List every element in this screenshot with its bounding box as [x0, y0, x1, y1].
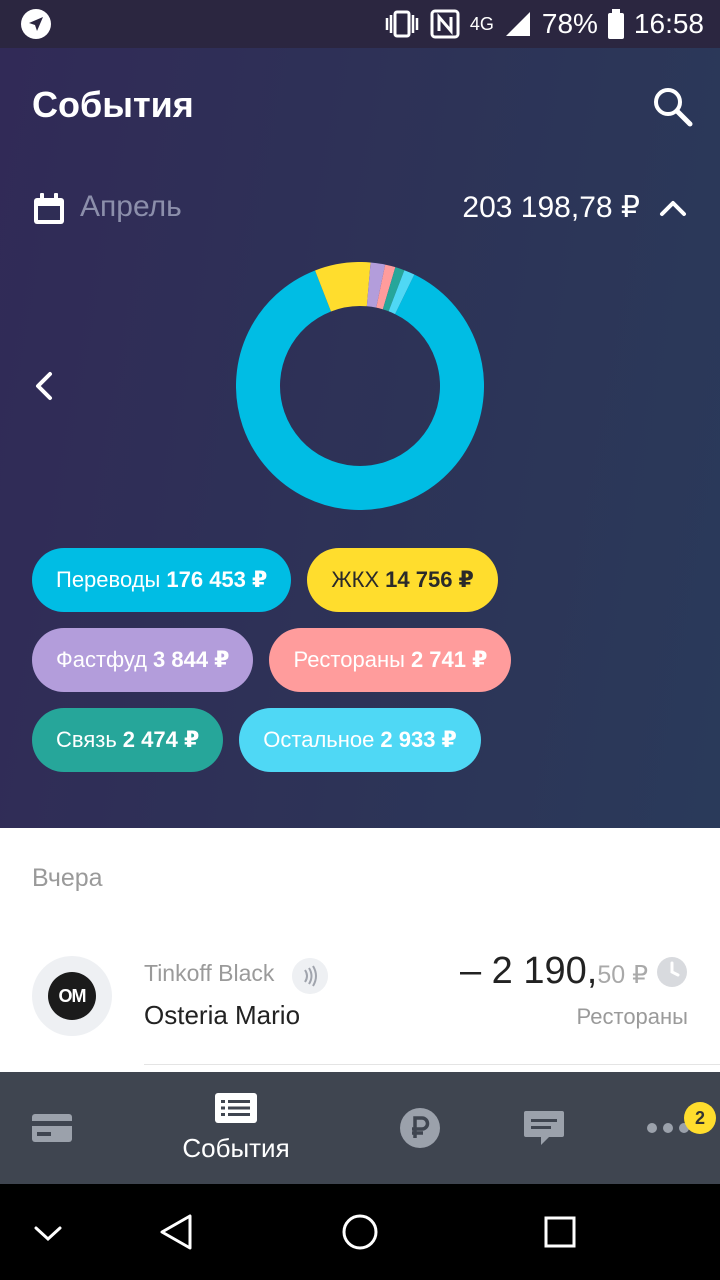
transaction-category: Рестораны [576, 1004, 688, 1029]
chevron-up-icon[interactable] [658, 194, 688, 224]
location-arrow-icon [21, 9, 51, 39]
page-title: События [32, 84, 194, 125]
merchant-name: Osteria Mario [144, 1000, 301, 1030]
category-name: Связь [56, 727, 117, 752]
category-chip[interactable]: Фастфуд 3 844 ₽ [32, 628, 254, 692]
notification-badge: 2 [684, 1102, 716, 1134]
category-amount: 2 474 ₽ [122, 727, 200, 752]
events-feed: Вчера OM Tinkoff Black Osteria Mario – 2… [0, 828, 720, 1072]
calendar-icon [34, 193, 64, 224]
category-chips: Переводы 176 453 ₽ ЖКХ 14 756 ₽ Фастфуд 3 844… [32, 548, 692, 788]
battery-percent: 78% [541, 8, 598, 39]
chevron-down-icon[interactable] [24, 1208, 72, 1256]
nav-events[interactable]: События [166, 1072, 306, 1184]
total-amount: 203 198,78 ₽ [462, 191, 640, 224]
chevron-left-icon[interactable] [30, 366, 60, 406]
category-chip[interactable]: ЖКХ 14 756 ₽ [307, 548, 498, 612]
status-bar: 4G 78% 16:58 [0, 0, 720, 48]
more-icon [647, 1123, 689, 1133]
category-chip[interactable]: Рестораны 2 741 ₽ [269, 628, 512, 692]
header-panel: События Апрель 203 198,78 ₽ Переводы 176 … [0, 48, 720, 828]
category-amount: 2 741 ₽ [410, 647, 488, 672]
nav-more[interactable] [644, 1072, 692, 1184]
card-icon [32, 1114, 72, 1142]
category-chip[interactable]: Остальное 2 933 ₽ [239, 708, 481, 772]
search-icon[interactable] [650, 84, 694, 128]
list-icon [215, 1092, 257, 1123]
clock: 16:58 [633, 8, 704, 39]
card-name: Tinkoff Black [144, 960, 275, 986]
battery-icon [607, 9, 624, 39]
merchant-logo: OM [32, 956, 112, 1036]
network-type: 4G [469, 13, 494, 34]
category-name: ЖКХ [331, 567, 380, 592]
nav-chat[interactable] [522, 1072, 566, 1184]
period-selector[interactable]: Апрель 203 198,78 ₽ [32, 188, 688, 232]
divider [144, 1064, 720, 1065]
back-icon[interactable] [154, 1208, 202, 1256]
category-name: Рестораны [293, 647, 405, 672]
month-label: Апрель [80, 190, 182, 223]
home-icon[interactable] [336, 1208, 384, 1256]
category-name: Переводы [56, 567, 161, 592]
category-amount: 176 453 ₽ [166, 567, 268, 592]
clock-icon [657, 957, 687, 987]
chip-row: Переводы 176 453 ₽ ЖКХ 14 756 ₽ [32, 548, 692, 612]
amount-main: – 2 190, [459, 950, 598, 992]
recents-icon[interactable] [536, 1208, 584, 1256]
contactless-icon [292, 958, 328, 994]
nav-events-label: События [182, 1132, 290, 1163]
bottom-nav: События 2 [0, 1072, 720, 1184]
nav-payments[interactable] [398, 1072, 442, 1184]
chat-icon [524, 1111, 564, 1145]
category-chip[interactable]: Переводы 176 453 ₽ [32, 548, 292, 612]
vibrate-icon [385, 10, 419, 38]
ruble-icon [400, 1108, 440, 1148]
day-label: Вчера [32, 864, 103, 892]
category-name: Остальное [263, 727, 375, 752]
category-chip[interactable]: Связь 2 474 ₽ [32, 708, 224, 772]
category-amount: 14 756 ₽ [385, 567, 474, 592]
category-name: Фастфуд [56, 647, 147, 672]
category-amount: 2 933 ₽ [380, 727, 457, 752]
category-amount: 3 844 ₽ [153, 647, 230, 672]
merchant-logo-mark: OM [48, 972, 96, 1020]
spending-donut-chart [236, 262, 484, 510]
amount-cents: 50 ₽ [597, 961, 648, 989]
system-nav-bar [0, 1184, 720, 1280]
nfc-icon [430, 9, 460, 39]
nav-cards[interactable] [30, 1072, 74, 1184]
chip-row: Фастфуд 3 844 ₽ Рестораны 2 741 ₽ [32, 628, 692, 692]
chip-row: Связь 2 474 ₽ Остальное 2 933 ₽ [32, 708, 692, 772]
transaction-amount: – 2 190,50 ₽ [460, 950, 648, 993]
signal-icon [505, 12, 530, 36]
transaction-row[interactable]: OM Tinkoff Black Osteria Mario – 2 190,5… [0, 936, 720, 1065]
